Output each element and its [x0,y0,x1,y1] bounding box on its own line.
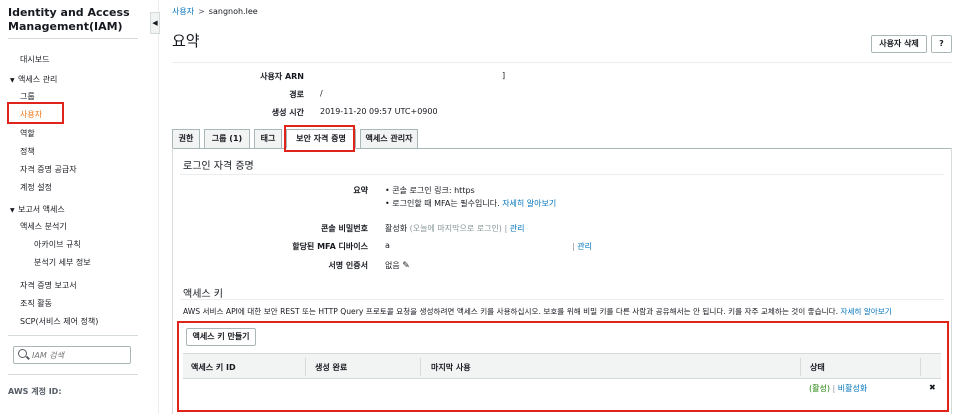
tab-tags[interactable]: 태그 [254,129,282,149]
console-password-status: 활성화 [385,224,408,233]
sidebar-divider [8,374,138,375]
mfa-device-manage: | 관리 [572,241,592,252]
tab-access-advisor[interactable]: 액세스 관리자 [360,129,418,149]
mfa-manage-link[interactable]: 관리 [577,242,592,251]
caret-down-icon: ▼ [10,207,15,214]
caret-down-icon: ▼ [10,77,15,84]
status-active: (활성) [809,384,830,393]
sidebar-divider [8,38,138,39]
column-divider [800,358,801,376]
mfa-required-label: • 로그인할 때 MFA는 필수입니다. [385,199,500,208]
mfa-device-label: 할당된 MFA 디바이스 [292,242,368,251]
section-divider [180,299,944,300]
mfa-required-text: • 로그인할 때 MFA는 필수입니다. 자세히 알아보기 [385,198,556,209]
sidebar-edge [158,0,159,414]
search-icon [18,349,27,358]
section-divider [180,174,944,175]
delete-key-icon[interactable]: ✖ [929,383,936,392]
sidebar-item-organization-activity[interactable]: 조직 활동 [20,298,52,309]
access-keys-description-text: AWS 서비스 API에 대한 보안 REST 또는 HTTP Query 프로… [183,307,839,316]
path-label: 경로 [289,90,304,99]
mfa-device-value: a [385,241,390,250]
column-created[interactable]: 생성 완료 [315,362,347,373]
signing-cert-value: 없음 ✎ [385,260,410,271]
sidebar-title-line1: Identity and Access [8,6,130,19]
sidebar-divider [8,335,138,336]
access-keys-learn-more-link[interactable]: 자세히 알아보기 [840,307,891,316]
sidebar-group-access-management[interactable]: ▼ 액세스 관리 [10,74,57,85]
breadcrumb-separator: > [198,7,205,16]
column-access-key-id[interactable]: 액세스 키 ID [191,362,236,373]
deactivate-link[interactable]: 비활성화 [838,384,867,393]
column-status[interactable]: 상태 [810,362,825,373]
sidebar-item-analyzer-details[interactable]: 분석기 세부 정보 [34,257,91,268]
access-keys-description: AWS 서비스 API에 대한 보안 REST 또는 HTTP Query 프로… [183,306,892,317]
path-value: / [320,89,323,98]
sidebar-item-users[interactable]: 사용자 [20,109,42,120]
column-divider [305,358,306,376]
column-divider [420,358,421,376]
tab-permissions[interactable]: 권한 [172,129,200,149]
header-divider [172,62,952,63]
sidebar-item-access-analyzer[interactable]: 액세스 분석기 [20,221,67,232]
tab-security-credentials[interactable]: 보안 자격 증명 [286,129,356,149]
breadcrumb: 사용자 > sangnoh.lee [172,6,258,17]
sidebar-item-roles[interactable]: 역할 [20,128,35,139]
sidebar-title: Identity and Access Management(IAM) [8,6,138,34]
separator: | [832,384,836,393]
tab-groups[interactable]: 그룹 (1) [204,129,250,149]
access-keys-table-header: 액세스 키 ID 생성 완료 마지막 사용 상태 [183,353,941,379]
console-password-manage-link[interactable]: 관리 [510,224,525,233]
breadcrumb-current: sangnoh.lee [208,7,258,16]
sidebar-title-line2: Management(IAM) [8,20,123,33]
account-id-label: AWS 계정 ID: [8,387,62,396]
user-arn-label: 사용자 ARN [260,72,304,81]
console-link-text: • 콘솔 로그인 링크: https [385,186,475,195]
signing-cert-label: 서명 인증서 [328,261,368,270]
column-divider [920,358,921,376]
separator: | [572,242,575,251]
sidebar-item-identity-providers[interactable]: 자격 증명 공급자 [20,164,77,175]
sidebar-item-policies[interactable]: 정책 [20,146,35,157]
creation-time-label: 생성 시간 [271,108,304,117]
search-input[interactable] [32,348,127,362]
sidebar-item-account-settings[interactable]: 계정 설정 [20,182,52,193]
table-row: (활성) | 비활성화 ✖ [183,379,941,399]
breadcrumb-users-link[interactable]: 사용자 [172,7,194,16]
delete-user-button[interactable]: 사용자 삭제 [871,35,927,53]
help-button[interactable]: ? [931,35,952,53]
mfa-learn-more-link[interactable]: 자세히 알아보기 [502,199,556,208]
last-login-note: (오늘에 마지막으로 로그인) [409,224,502,233]
sidebar-item-scp[interactable]: SCP(서비스 제어 정책) [20,316,98,327]
signin-credentials-title: 로그인 자격 증명 [183,161,254,172]
sidebar: Identity and Access Management(IAM) 대시보드… [0,0,140,414]
creation-time-value: 2019-11-20 09:57 UTC+0900 [320,107,438,116]
signing-cert-status: 없음 [385,261,400,270]
access-key-status: (활성) | 비활성화 [809,383,867,394]
sidebar-item-dashboard[interactable]: 대시보드 [20,54,49,65]
iam-search[interactable] [13,346,131,364]
signin-summary-label: 요약 [353,186,368,195]
sidebar-group-access-reports[interactable]: ▼ 보고서 액세스 [10,204,65,215]
create-access-key-button[interactable]: 액세스 키 만들기 [186,328,256,346]
pencil-icon[interactable]: ✎ [402,261,410,271]
column-last-used[interactable]: 마지막 사용 [431,362,471,373]
access-keys-title: 액세스 키 [183,289,223,300]
sidebar-group-label: 보고서 액세스 [18,205,65,214]
user-arn-value: ] [502,71,506,80]
console-password-value: 활성화 (오늘에 마지막으로 로그인) | 관리 [385,223,524,234]
sidebar-item-archive-rules[interactable]: 아카이브 규칙 [34,239,81,250]
sidebar-group-label: 액세스 관리 [18,75,58,84]
sidebar-item-groups[interactable]: 그룹 [20,91,35,102]
sidebar-item-credential-report[interactable]: 자격 증명 보고서 [20,280,77,291]
page-title: 요약 [172,32,200,50]
separator: | [504,224,508,233]
collapse-sidebar-button[interactable]: ◀ [150,12,160,34]
console-password-label: 콘솔 비밀번호 [321,224,368,233]
